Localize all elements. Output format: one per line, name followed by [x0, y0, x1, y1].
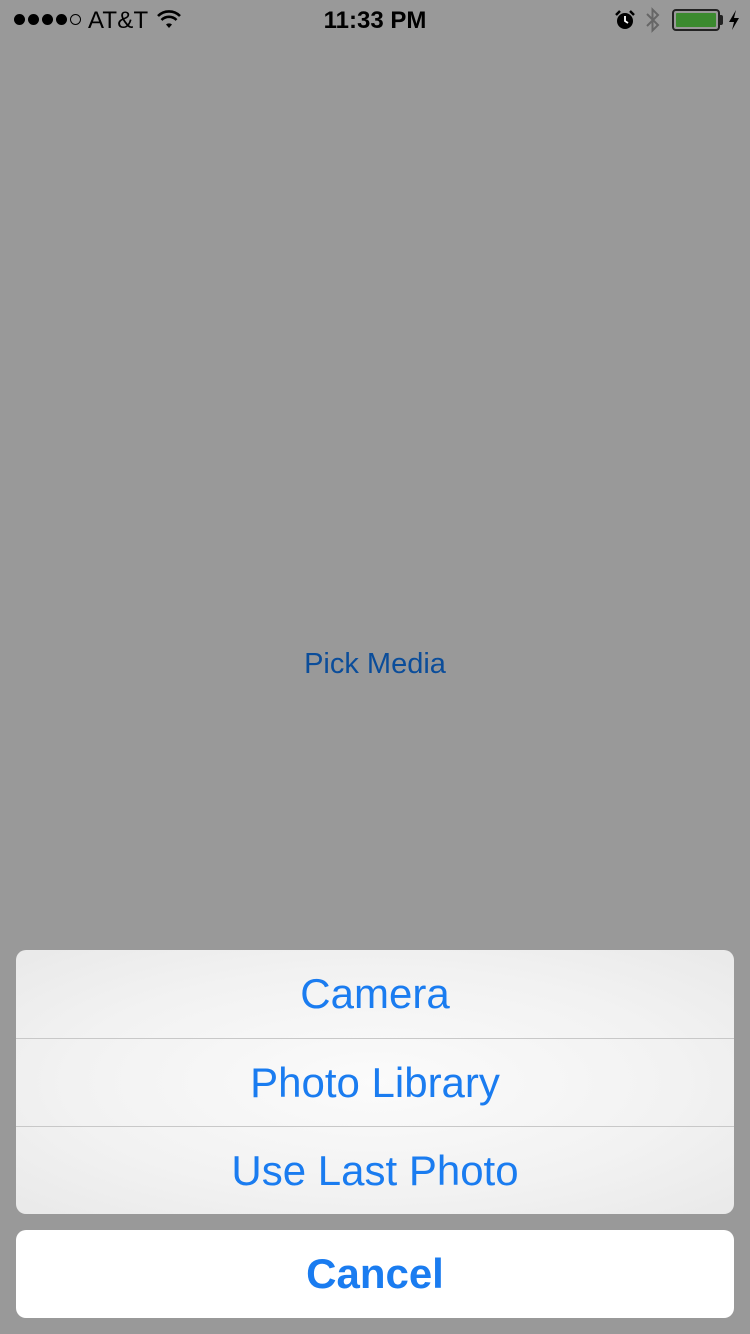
battery-icon: [672, 9, 720, 31]
battery-nub: [720, 15, 723, 25]
alarm-icon: [615, 10, 635, 29]
battery-fill: [676, 13, 716, 27]
camera-option-button[interactable]: Camera: [16, 950, 734, 1038]
bluetooth-icon: [646, 7, 660, 33]
use-last-photo-option-button[interactable]: Use Last Photo: [16, 1126, 734, 1214]
status-bar: AT&T 11:33 PM: [0, 0, 750, 40]
photo-library-option-button[interactable]: Photo Library: [16, 1038, 734, 1126]
pick-media-button[interactable]: Pick Media: [0, 648, 750, 681]
action-sheet: Camera Photo Library Use Last Photo: [16, 950, 734, 1214]
cancel-button[interactable]: Cancel: [16, 1230, 734, 1318]
charging-icon: [729, 10, 739, 30]
status-time: 11:33 PM: [323, 7, 427, 34]
